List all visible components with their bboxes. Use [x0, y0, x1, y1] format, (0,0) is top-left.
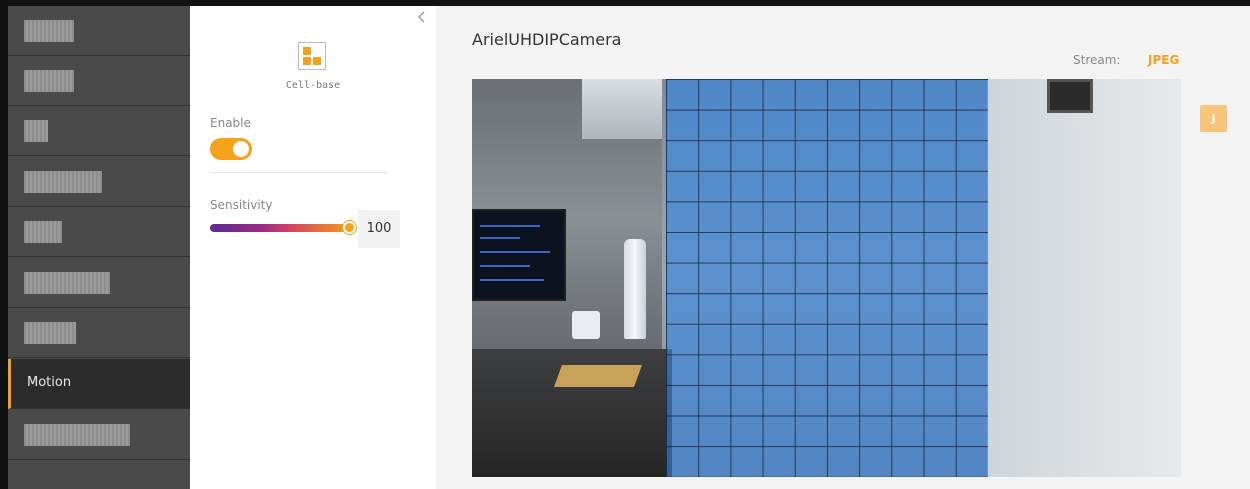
toggle-knob: [233, 141, 249, 157]
sidebar-item-2[interactable]: [8, 56, 190, 106]
enable-toggle[interactable]: [210, 138, 252, 160]
video-scene-right: [987, 79, 1181, 477]
stream-format-selector[interactable]: JPEG: [1148, 53, 1179, 67]
sensitivity-label: Sensitivity: [210, 198, 273, 212]
stream-label: Stream:: [1073, 53, 1121, 67]
motion-cell-grid-overlay[interactable]: [666, 79, 988, 477]
motion-settings-panel: Cell-base Enable Sensitivity 100: [190, 6, 436, 489]
sidebar-item-3[interactable]: [8, 106, 190, 156]
redacted-label: [24, 322, 76, 344]
sidebar-item-4[interactable]: [8, 157, 190, 207]
sidebar-item-5[interactable]: [8, 207, 190, 257]
redacted-label: [24, 20, 74, 42]
sensitivity-slider-thumb[interactable]: [343, 221, 356, 234]
video-bottle: [624, 239, 646, 339]
sensitivity-slider[interactable]: [210, 224, 352, 232]
chevron-left-icon[interactable]: [416, 10, 430, 24]
sidebar-item-7[interactable]: [8, 308, 190, 358]
sidebar-item-9[interactable]: [8, 410, 190, 460]
detection-mode-label: Cell-base: [285, 80, 341, 91]
video-mug: [572, 311, 600, 339]
sidebar-item-label: Motion: [27, 375, 72, 390]
sidebar-item-1[interactable]: [8, 6, 190, 56]
camera-title: ArielUHDIPCamera: [472, 30, 622, 49]
camera-video-feed[interactable]: [472, 79, 1181, 477]
redacted-label: [24, 221, 62, 243]
redacted-label: [24, 70, 74, 92]
video-monitor: [472, 209, 566, 301]
window-frame-left: [0, 0, 8, 489]
redacted-label: [24, 171, 102, 193]
video-wall-frame: [1047, 79, 1093, 113]
divider: [210, 172, 388, 173]
main-content: ArielUHDIPCamera Stream: JPEG J: [436, 6, 1250, 489]
sidebar-item-motion[interactable]: Motion: [8, 359, 190, 409]
sidebar-item-6[interactable]: [8, 258, 190, 308]
sidebar-nav: Motion: [8, 6, 190, 489]
cell-grid-icon[interactable]: [298, 42, 326, 70]
video-book: [553, 365, 643, 387]
enable-label: Enable: [210, 116, 251, 130]
redacted-label: [24, 424, 130, 446]
sensitivity-value-input[interactable]: 100: [358, 210, 400, 248]
redacted-label: [24, 120, 48, 142]
redacted-label: [24, 272, 110, 294]
stream-badge-button[interactable]: J: [1200, 105, 1227, 132]
